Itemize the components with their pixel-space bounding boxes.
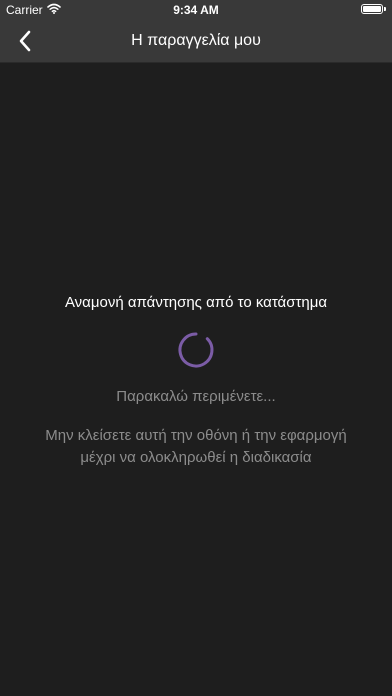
warning-line-1: Μην κλείσετε αυτή την οθόνη ή την εφαρμο…	[45, 427, 347, 444]
status-time: 9:34 AM	[173, 3, 219, 17]
warning-text: Μην κλείσετε αυτή την οθόνη ή την εφαρμο…	[20, 425, 372, 469]
please-wait-text: Παρακαλώ περιμένετε...	[116, 388, 276, 405]
battery-fill	[363, 6, 381, 12]
chevron-left-icon	[19, 30, 31, 52]
page-title: Η παραγγελία μου	[131, 32, 261, 49]
status-right	[361, 4, 386, 14]
warning-line-2: μέχρι να ολοκληρωθεί η διαδικασία	[80, 449, 312, 466]
navigation-bar: Η παραγγελία μου	[0, 20, 392, 63]
battery-tip	[384, 7, 386, 11]
order-status-screen: Carrier 9:34 AM Η παραγγελία μου Αναμονή…	[0, 0, 392, 696]
back-button[interactable]	[8, 24, 42, 58]
waiting-title: Αναμονή απάντησης από το κατάστημα	[64, 294, 328, 311]
battery-icon	[361, 4, 383, 14]
content-area: Αναμονή απάντησης από το κατάστημα Παρακ…	[0, 62, 392, 696]
loading-spinner-icon	[178, 332, 214, 368]
status-bar: Carrier 9:34 AM	[0, 0, 392, 20]
